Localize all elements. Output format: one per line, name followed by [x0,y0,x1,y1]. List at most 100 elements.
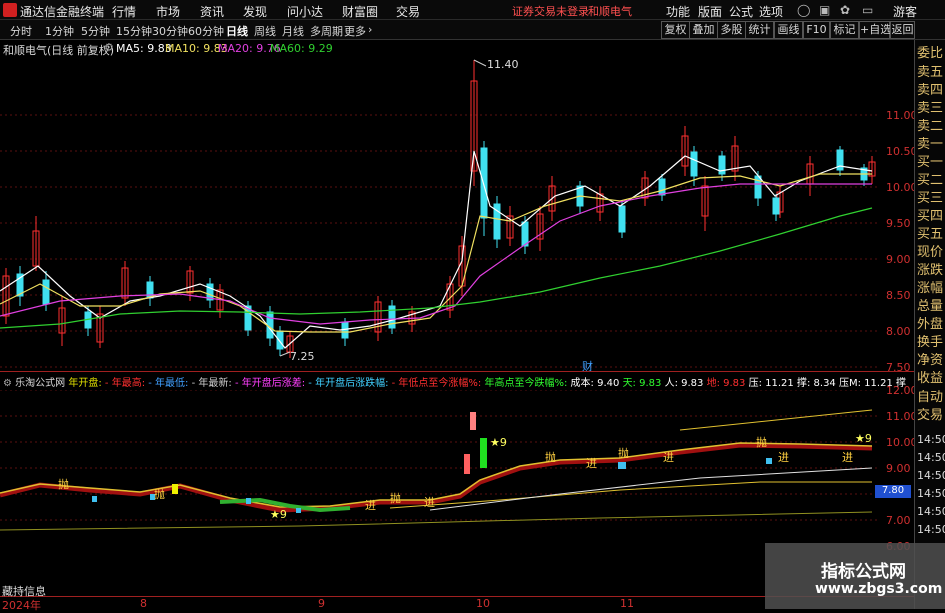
sell-signal: 抛 [618,447,629,460]
f-di: 地: 9.83 [706,378,746,388]
period-60min[interactable]: 60分钟 [188,23,224,39]
side-item[interactable]: 涨跌 [917,263,945,279]
f-high-pct: 年高点至今跌幅%: [484,378,568,388]
period-more[interactable]: 更多 [344,23,366,39]
side-time: 14:50 [917,505,945,518]
side-item[interactable]: 总量 [917,299,945,315]
info-label[interactable]: 藏持信息 [2,583,46,599]
stats-button[interactable]: 统计 [745,21,774,39]
menu-bar: 通达信金融终端 行情 市场 资讯 发现 问小达 财富圈 交易 证券交易未登录 和… [0,0,945,20]
watermark-title: 指标公式网 [821,562,906,582]
period-5min[interactable]: 5分钟 [81,23,110,39]
buy-signal: 进 [586,457,597,470]
login-notice[interactable]: 证券交易未登录 [512,3,589,19]
settings-gear-icon[interactable]: ⚙ [104,41,114,54]
buy-signal: 进 [842,451,853,464]
period-month[interactable]: 月线 [282,23,304,39]
side-item[interactable]: 买一 [917,155,945,171]
settings-icon[interactable]: ✿ [840,3,850,17]
f-ya: 压: 11.21 [748,378,794,388]
side-item[interactable]: 换手 [917,335,945,351]
period-multi[interactable]: 多周期 [310,23,343,39]
f-ren: 人: 9.83 [664,378,704,388]
multi-stock-button[interactable]: 多股 [717,21,746,39]
buy-signal: 进 [365,499,376,512]
lock-icon[interactable]: ▣ [819,3,830,17]
period-30min[interactable]: 30分钟 [152,23,188,39]
resistance-line [679,409,873,431]
x-label: 8 [140,597,147,610]
f-year-high: - 年最高: [104,378,146,388]
menu-formula[interactable]: 公式 [729,3,753,20]
period-15min[interactable]: 15分钟 [116,23,152,39]
side-item[interactable]: 收益 [917,371,945,387]
menu-discover[interactable]: 发现 [243,3,267,20]
period-toolbar: 分时 1分钟 5分钟 15分钟 30分钟 60分钟 日线 周线 月线 多周期 更… [0,20,945,40]
minimize-icon[interactable]: ▭ [862,3,873,17]
mark-button[interactable]: 标记 [830,21,859,39]
more-chevron-icon[interactable]: › [368,23,372,36]
indicator-legend: ⚙ 乐淘公式网 年开盘: - 年最高: - 年最低: - 年最新: - 年开盘后… [3,374,913,388]
side-item[interactable]: 买三 [917,191,945,207]
side-item[interactable]: 自动 [917,390,945,406]
x-label: 10 [476,597,490,610]
side-item[interactable]: 卖三 [917,101,945,117]
adjust-button[interactable]: 复权 [661,21,690,39]
menu-options[interactable]: 选项 [759,3,783,20]
f-yam: 压M: 11.21 [839,378,893,388]
ma5-line [0,150,873,349]
star-signal: ★9 [855,432,872,445]
side-item[interactable]: 现价 [917,245,945,261]
menu-trade[interactable]: 交易 [396,3,420,20]
side-item[interactable]: 净资 [917,353,945,369]
app-title: 通达信金融终端 [20,5,105,19]
menu-market[interactable]: 市场 [156,3,180,20]
side-item[interactable]: 买四 [917,209,945,225]
period-day[interactable]: 日线 [226,23,248,39]
menu-ask[interactable]: 问小达 [287,3,323,20]
side-item[interactable]: 卖五 [917,65,945,81]
menu-quotes[interactable]: 行情 [112,3,136,20]
side-item[interactable]: 交易 [917,408,945,424]
app-logo-icon [3,3,17,17]
side-item[interactable]: 卖一 [917,137,945,153]
f-cost: 成本: 9.40 [570,378,620,388]
pane-divider[interactable] [0,371,914,372]
guest-label[interactable]: 游客 [893,3,917,20]
period-week[interactable]: 周线 [254,23,276,39]
side-time: 14:50 [917,469,945,482]
buy-signal: 进 [663,451,674,464]
menu-fortune[interactable]: 财富圈 [342,3,378,20]
period-fenshi[interactable]: 分时 [10,23,32,39]
side-item[interactable]: 卖四 [917,83,945,99]
y-tick: 9.50 [886,217,911,230]
menu-layout[interactable]: 版面 [698,3,722,20]
back-button[interactable]: 返回 [890,21,915,39]
f-open-diff: - 年开盘后涨差: [234,378,306,388]
indicator-chart[interactable] [0,390,880,596]
f-year-open: 年开盘: [68,378,102,388]
x-label: 2024年 [2,599,41,612]
side-item[interactable]: 涨幅 [917,281,945,297]
side-item[interactable]: 买二 [917,173,945,189]
buy-signal: 进 [424,496,435,509]
f10-button[interactable]: F10 [803,21,830,39]
y-tick: 7.50 [886,361,911,374]
current-price-tag: 7.80 [875,485,911,498]
sub-y-tick: 11.00 [886,410,918,423]
kline-chart[interactable] [0,56,880,370]
overlay-button[interactable]: 叠加 [689,21,718,39]
menu-function[interactable]: 功能 [666,3,690,20]
side-item[interactable]: 卖二 [917,119,945,135]
draw-line-button[interactable]: 画线 [774,21,803,39]
user-icon[interactable]: ◯ [797,3,810,17]
side-item[interactable]: 外盘 [917,317,945,333]
menu-news[interactable]: 资讯 [200,3,224,20]
side-item[interactable]: 委比 [917,46,945,62]
side-item[interactable]: 买五 [917,227,945,243]
y-tick: 11.00 [886,109,918,122]
period-1min[interactable]: 1分钟 [45,23,74,39]
sell-signal: 抛 [390,492,401,505]
indicator-gear-icon[interactable]: ⚙ [3,378,12,388]
add-favorite-button[interactable]: +自选 [859,21,891,39]
